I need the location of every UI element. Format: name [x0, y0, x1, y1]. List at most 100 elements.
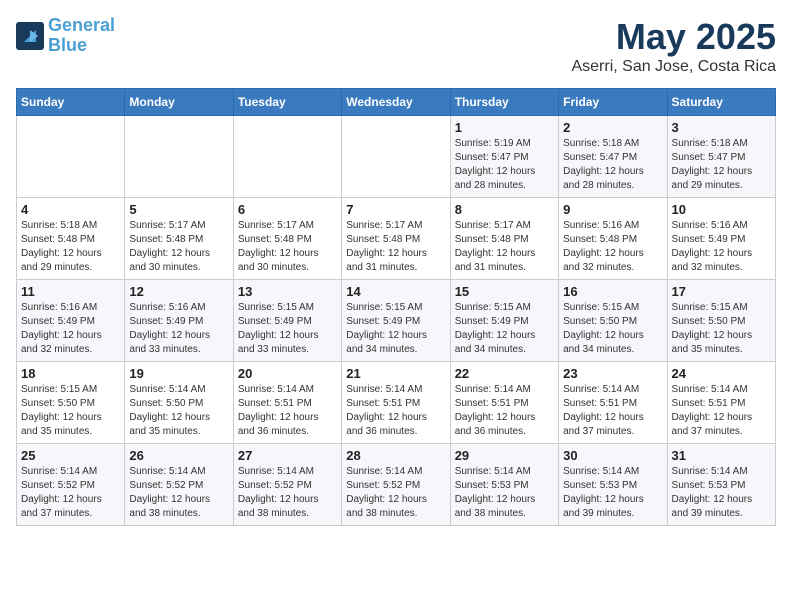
calendar-day-cell — [17, 116, 125, 198]
day-number: 5 — [129, 202, 228, 217]
day-info: Sunrise: 5:16 AM Sunset: 5:49 PM Dayligh… — [129, 301, 228, 357]
calendar-week-row: 4Sunrise: 5:18 AM Sunset: 5:48 PM Daylig… — [17, 198, 776, 280]
day-info: Sunrise: 5:14 AM Sunset: 5:52 PM Dayligh… — [21, 465, 120, 521]
day-number: 27 — [238, 448, 337, 463]
day-info: Sunrise: 5:14 AM Sunset: 5:51 PM Dayligh… — [672, 383, 771, 439]
day-info: Sunrise: 5:14 AM Sunset: 5:53 PM Dayligh… — [455, 465, 554, 521]
day-number: 1 — [455, 120, 554, 135]
day-info: Sunrise: 5:14 AM Sunset: 5:51 PM Dayligh… — [563, 383, 662, 439]
day-number: 11 — [21, 284, 120, 299]
calendar-table: SundayMondayTuesdayWednesdayThursdayFrid… — [16, 88, 776, 526]
day-number: 30 — [563, 448, 662, 463]
calendar-day-cell: 4Sunrise: 5:18 AM Sunset: 5:48 PM Daylig… — [17, 198, 125, 280]
day-number: 4 — [21, 202, 120, 217]
day-info: Sunrise: 5:14 AM Sunset: 5:51 PM Dayligh… — [238, 383, 337, 439]
calendar-day-cell: 29 Sunrise: 5:14 AM Sunset: 5:53 PM Dayli… — [450, 444, 558, 526]
calendar-day-cell: 3 Sunrise: 5:18 AM Sunset: 5:47 PM Daylig… — [667, 116, 775, 198]
day-info: Sunrise: 5:17 AM Sunset: 5:48 PM Dayligh… — [238, 219, 337, 275]
calendar-day-cell: 18 Sunrise: 5:15 AM Sunset: 5:50 PM Dayli… — [17, 362, 125, 444]
day-info: Sunrise: 5:14 AM Sunset: 5:53 PM Dayligh… — [672, 465, 771, 521]
title-block: May 2025 Aserri, San Jose, Costa Rica — [571, 16, 776, 76]
day-number: 28 — [346, 448, 445, 463]
month-title: May 2025 — [571, 16, 776, 58]
day-info: Sunrise: 5:19 AM Sunset: 5:47 PM Dayligh… — [455, 137, 554, 193]
day-number: 25 — [21, 448, 120, 463]
weekday-header-cell: Saturday — [667, 89, 775, 116]
day-number: 12 — [129, 284, 228, 299]
day-number: 10 — [672, 202, 771, 217]
calendar-day-cell: 31 Sunrise: 5:14 AM Sunset: 5:53 PM Dayli… — [667, 444, 775, 526]
calendar-day-cell: 7Sunrise: 5:17 AM Sunset: 5:48 PM Daylig… — [342, 198, 450, 280]
calendar-day-cell: 15 Sunrise: 5:15 AM Sunset: 5:49 PM Dayli… — [450, 280, 558, 362]
day-number: 26 — [129, 448, 228, 463]
day-info: Sunrise: 5:15 AM Sunset: 5:49 PM Dayligh… — [238, 301, 337, 357]
day-info: Sunrise: 5:14 AM Sunset: 5:52 PM Dayligh… — [346, 465, 445, 521]
calendar-day-cell: 9 Sunrise: 5:16 AM Sunset: 5:48 PM Daylig… — [559, 198, 667, 280]
day-info: Sunrise: 5:17 AM Sunset: 5:48 PM Dayligh… — [346, 219, 445, 275]
day-number: 21 — [346, 366, 445, 381]
day-info: Sunrise: 5:14 AM Sunset: 5:50 PM Dayligh… — [129, 383, 228, 439]
calendar-day-cell: 21 Sunrise: 5:14 AM Sunset: 5:51 PM Dayli… — [342, 362, 450, 444]
day-info: Sunrise: 5:14 AM Sunset: 5:51 PM Dayligh… — [455, 383, 554, 439]
calendar-day-cell: 11 Sunrise: 5:16 AM Sunset: 5:49 PM Dayli… — [17, 280, 125, 362]
location-subtitle: Aserri, San Jose, Costa Rica — [571, 58, 776, 76]
day-number: 18 — [21, 366, 120, 381]
day-number: 15 — [455, 284, 554, 299]
calendar-day-cell: 28 Sunrise: 5:14 AM Sunset: 5:52 PM Dayli… — [342, 444, 450, 526]
calendar-day-cell: 25 Sunrise: 5:14 AM Sunset: 5:52 PM Dayli… — [17, 444, 125, 526]
day-info: Sunrise: 5:16 AM Sunset: 5:49 PM Dayligh… — [672, 219, 771, 275]
day-info: Sunrise: 5:16 AM Sunset: 5:49 PM Dayligh… — [21, 301, 120, 357]
calendar-day-cell: 23 Sunrise: 5:14 AM Sunset: 5:51 PM Dayli… — [559, 362, 667, 444]
logo: General Blue — [16, 16, 115, 56]
calendar-day-cell — [342, 116, 450, 198]
day-number: 6 — [238, 202, 337, 217]
day-number: 31 — [672, 448, 771, 463]
logo-icon — [16, 22, 44, 50]
calendar-day-cell: 13 Sunrise: 5:15 AM Sunset: 5:49 PM Dayli… — [233, 280, 341, 362]
day-info: Sunrise: 5:15 AM Sunset: 5:49 PM Dayligh… — [346, 301, 445, 357]
day-info: Sunrise: 5:15 AM Sunset: 5:49 PM Dayligh… — [455, 301, 554, 357]
day-info: Sunrise: 5:14 AM Sunset: 5:51 PM Dayligh… — [346, 383, 445, 439]
day-number: 8 — [455, 202, 554, 217]
day-number: 17 — [672, 284, 771, 299]
calendar-day-cell: 6 Sunrise: 5:17 AM Sunset: 5:48 PM Daylig… — [233, 198, 341, 280]
calendar-day-cell: 22Sunrise: 5:14 AM Sunset: 5:51 PM Dayli… — [450, 362, 558, 444]
day-number: 16 — [563, 284, 662, 299]
calendar-day-cell — [125, 116, 233, 198]
weekday-header-row: SundayMondayTuesdayWednesdayThursdayFrid… — [17, 89, 776, 116]
day-info: Sunrise: 5:15 AM Sunset: 5:50 PM Dayligh… — [21, 383, 120, 439]
day-number: 3 — [672, 120, 771, 135]
calendar-day-cell: 10 Sunrise: 5:16 AM Sunset: 5:49 PM Dayli… — [667, 198, 775, 280]
day-info: Sunrise: 5:16 AM Sunset: 5:48 PM Dayligh… — [563, 219, 662, 275]
day-number: 24 — [672, 366, 771, 381]
weekday-header-cell: Thursday — [450, 89, 558, 116]
day-number: 9 — [563, 202, 662, 217]
calendar-day-cell: 1 Sunrise: 5:19 AM Sunset: 5:47 PM Daylig… — [450, 116, 558, 198]
day-number: 23 — [563, 366, 662, 381]
day-number: 13 — [238, 284, 337, 299]
day-info: Sunrise: 5:18 AM Sunset: 5:47 PM Dayligh… — [672, 137, 771, 193]
calendar-day-cell: 17Sunrise: 5:15 AM Sunset: 5:50 PM Dayli… — [667, 280, 775, 362]
day-number: 19 — [129, 366, 228, 381]
weekday-header-cell: Friday — [559, 89, 667, 116]
day-number: 20 — [238, 366, 337, 381]
calendar-day-cell: 14Sunrise: 5:15 AM Sunset: 5:49 PM Dayli… — [342, 280, 450, 362]
calendar-week-row: 18 Sunrise: 5:15 AM Sunset: 5:50 PM Dayli… — [17, 362, 776, 444]
calendar-week-row: 25 Sunrise: 5:14 AM Sunset: 5:52 PM Dayli… — [17, 444, 776, 526]
day-number: 29 — [455, 448, 554, 463]
logo-text: General Blue — [48, 16, 115, 56]
weekday-header-cell: Tuesday — [233, 89, 341, 116]
day-info: Sunrise: 5:14 AM Sunset: 5:52 PM Dayligh… — [129, 465, 228, 521]
calendar-day-cell: 27 Sunrise: 5:14 AM Sunset: 5:52 PM Dayli… — [233, 444, 341, 526]
page-header: General Blue May 2025 Aserri, San Jose, … — [16, 16, 776, 76]
calendar-day-cell: 26 Sunrise: 5:14 AM Sunset: 5:52 PM Dayli… — [125, 444, 233, 526]
day-info: Sunrise: 5:15 AM Sunset: 5:50 PM Dayligh… — [563, 301, 662, 357]
calendar-day-cell: 16 Sunrise: 5:15 AM Sunset: 5:50 PM Dayli… — [559, 280, 667, 362]
calendar-day-cell: 24 Sunrise: 5:14 AM Sunset: 5:51 PM Dayli… — [667, 362, 775, 444]
weekday-header-cell: Sunday — [17, 89, 125, 116]
weekday-header-cell: Monday — [125, 89, 233, 116]
day-info: Sunrise: 5:14 AM Sunset: 5:52 PM Dayligh… — [238, 465, 337, 521]
calendar-body: 1 Sunrise: 5:19 AM Sunset: 5:47 PM Daylig… — [17, 116, 776, 526]
day-info: Sunrise: 5:14 AM Sunset: 5:53 PM Dayligh… — [563, 465, 662, 521]
day-number: 2 — [563, 120, 662, 135]
